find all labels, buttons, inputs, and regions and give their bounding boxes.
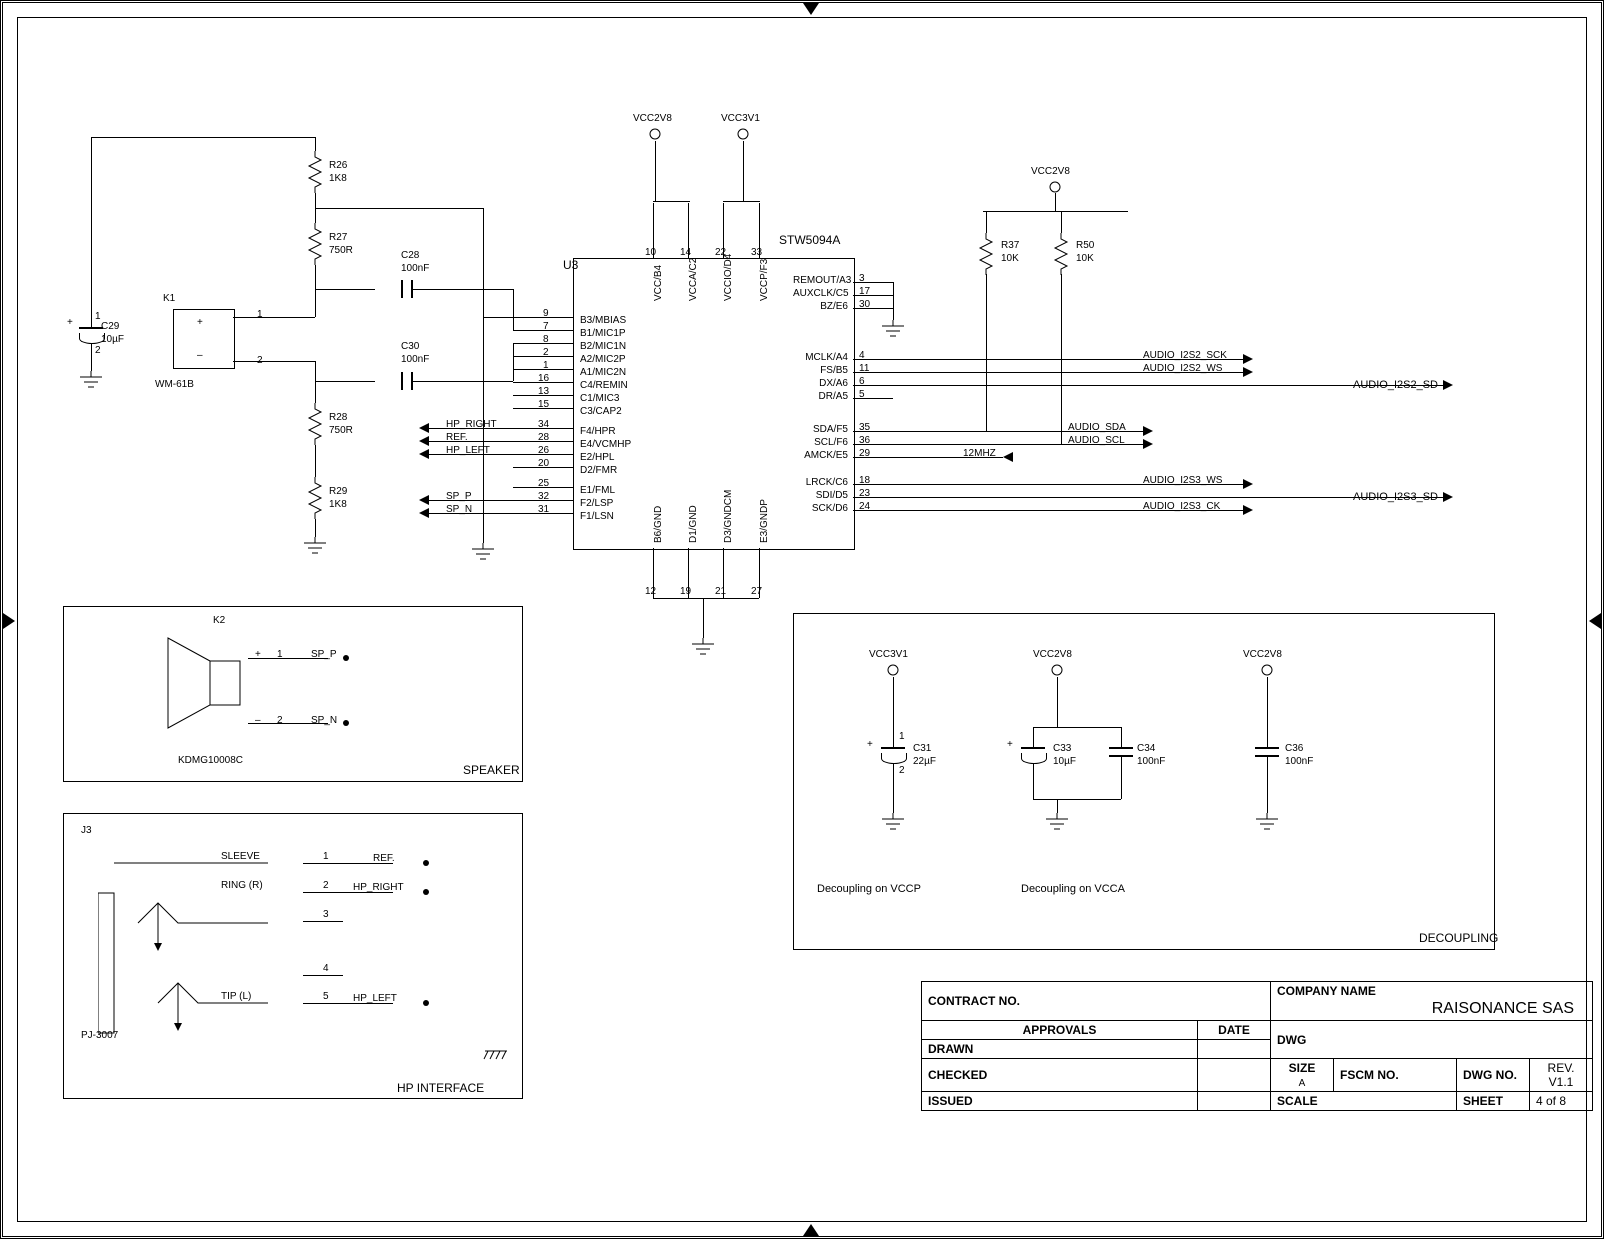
resistor-r26 [307, 151, 323, 193]
net-i2s2-sd: AUDIO_I2S2_SD [1353, 379, 1438, 391]
u3-part: STW5094A [779, 233, 840, 247]
u3-ref: U3 [563, 258, 578, 272]
title-block: CONTRACT NO. COMPANY NAMERAISONANCE SAS … [921, 981, 1593, 1111]
schematic-sheet: U3 STW5094A 9B3/MBIAS 7B1/MIC1P 8B2/MIC1… [0, 0, 1604, 1239]
speaker-box [63, 606, 523, 782]
resistor-r27 [307, 223, 323, 265]
resistor-r37 [978, 233, 994, 275]
resistor-r28 [307, 403, 323, 445]
speaker-icon [158, 633, 248, 733]
jack-symbol [98, 853, 328, 1043]
gnd-icon [690, 638, 716, 658]
net-hp-right: HP_RIGHT [446, 419, 497, 430]
resistor-r50 [1053, 233, 1069, 275]
mic-k1 [173, 309, 235, 369]
resistor-r29 [307, 477, 323, 519]
